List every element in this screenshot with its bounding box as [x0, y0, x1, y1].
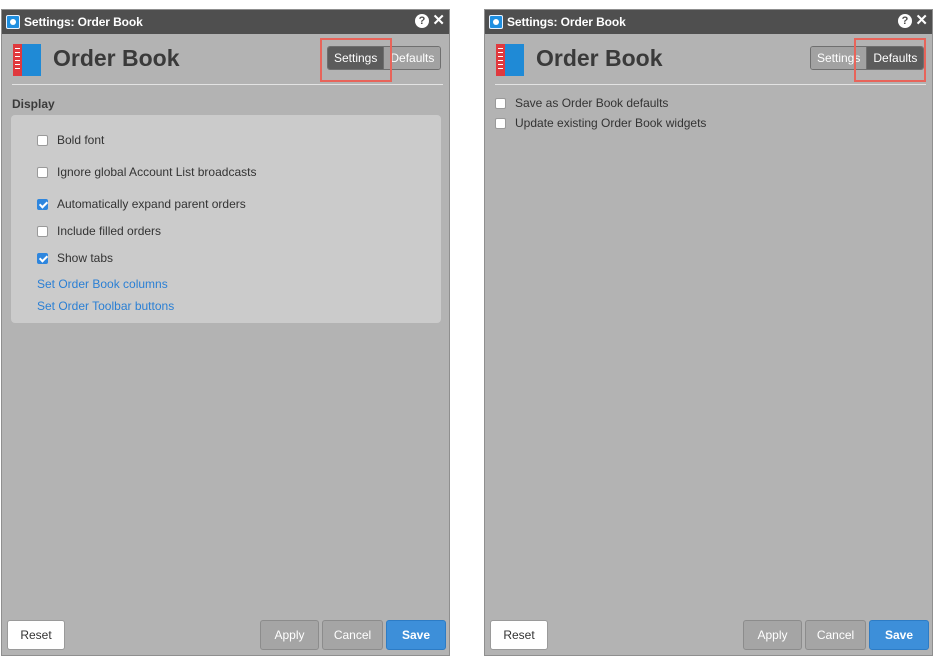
checkbox[interactable] [495, 97, 506, 109]
option-include-filled[interactable]: Include filled orders [37, 223, 161, 239]
help-icon[interactable]: ? [415, 14, 429, 28]
option-label: Ignore global Account List broadcasts [57, 165, 257, 179]
highlight-box [320, 38, 392, 82]
option-label: Show tabs [57, 251, 114, 265]
app-icon [6, 15, 20, 29]
option-label: Save as Order Book defaults [515, 96, 669, 110]
save-button[interactable]: Save [386, 620, 446, 650]
page-title: Order Book [536, 45, 663, 71]
cancel-button[interactable]: Cancel [805, 620, 866, 650]
apply-button[interactable]: Apply [743, 620, 802, 650]
option-bold-font[interactable]: Bold font [37, 132, 104, 148]
header-divider [495, 84, 926, 85]
option-label: Update existing Order Book widgets [515, 116, 707, 130]
title-bar: Settings: Order Book ? ✕ [2, 10, 449, 34]
option-show-tabs[interactable]: Show tabs [37, 250, 113, 266]
window-title: Settings: Order Book [24, 15, 143, 29]
close-icon[interactable]: ✕ [915, 12, 928, 30]
option-label: Include filled orders [57, 224, 162, 238]
checkbox[interactable] [37, 166, 48, 178]
checkbox-checked[interactable] [37, 252, 48, 264]
option-expand-parent-orders[interactable]: Automatically expand parent orders [37, 196, 246, 212]
help-icon[interactable]: ? [898, 14, 912, 28]
link-set-toolbar-buttons[interactable]: Set Order Toolbar buttons [37, 299, 174, 313]
reset-button[interactable]: Reset [7, 620, 65, 650]
order-book-icon [496, 44, 524, 76]
order-book-icon [13, 44, 41, 76]
checkbox[interactable] [37, 225, 48, 237]
checkbox-checked[interactable] [37, 198, 48, 210]
link-set-columns[interactable]: Set Order Book columns [37, 277, 168, 291]
save-button[interactable]: Save [869, 620, 929, 650]
checkbox[interactable] [495, 117, 506, 129]
title-bar: Settings: Order Book ? ✕ [485, 10, 932, 34]
highlight-box [854, 38, 926, 82]
apply-button[interactable]: Apply [260, 620, 319, 650]
option-ignore-broadcasts[interactable]: Ignore global Account List broadcasts [37, 164, 256, 180]
cancel-button[interactable]: Cancel [322, 620, 383, 650]
header-divider [12, 84, 443, 85]
option-label: Automatically expand parent orders [57, 197, 246, 211]
app-icon [489, 15, 503, 29]
page-title: Order Book [53, 45, 180, 71]
checkbox[interactable] [37, 134, 48, 146]
reset-button[interactable]: Reset [490, 620, 548, 650]
option-update-widgets[interactable]: Update existing Order Book widgets [495, 115, 706, 131]
option-label: Bold font [57, 133, 105, 147]
section-title: Display [12, 97, 55, 111]
settings-panel-left: Settings: Order Book ? ✕ Order Book Sett… [1, 9, 450, 656]
settings-panel-right: Settings: Order Book ? ✕ Order Book Sett… [484, 9, 933, 656]
option-save-defaults[interactable]: Save as Order Book defaults [495, 95, 668, 111]
close-icon[interactable]: ✕ [432, 12, 445, 30]
window-title: Settings: Order Book [507, 15, 626, 29]
